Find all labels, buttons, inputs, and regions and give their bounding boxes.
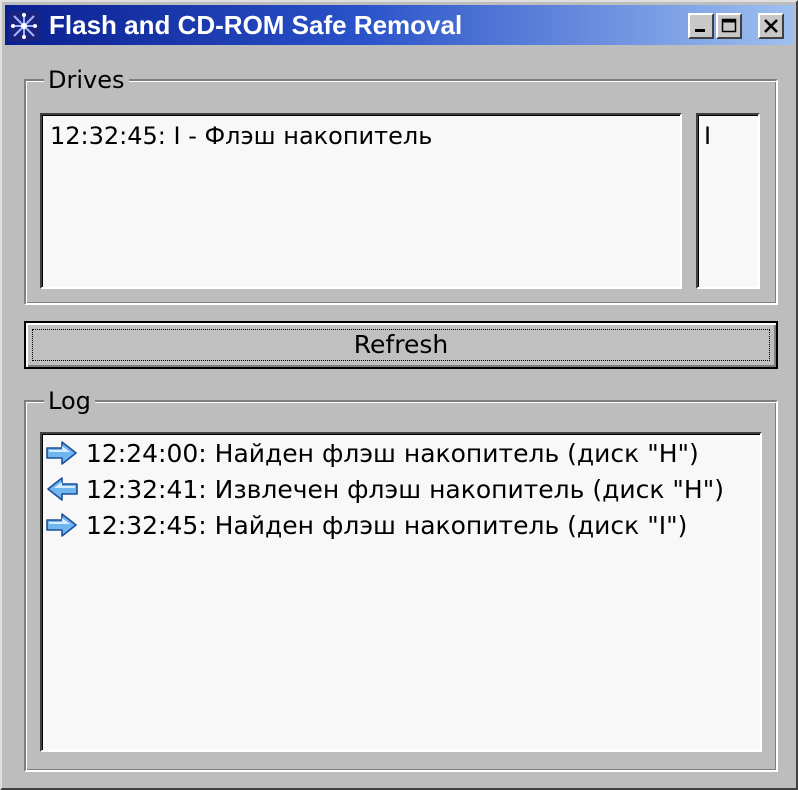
drive-letter-item[interactable]: I bbox=[704, 121, 711, 151]
arrow-right-icon bbox=[46, 441, 77, 465]
log-entry-text: 12:32:45: Найден флэш накопитель (диск "… bbox=[86, 511, 688, 540]
close-icon bbox=[764, 19, 778, 33]
log-list[interactable]: 12:24:00: Найден флэш накопитель (диск "… bbox=[40, 432, 762, 752]
window-title: Flash and CD-ROM Safe Removal bbox=[49, 10, 463, 40]
close-button[interactable] bbox=[758, 13, 784, 39]
maximize-button[interactable] bbox=[716, 13, 742, 39]
drive-list-item[interactable]: 12:32:45: I - Флэш накопитель bbox=[50, 121, 432, 151]
drive-letters-list[interactable]: I bbox=[696, 113, 760, 289]
log-group-label: Log bbox=[44, 387, 95, 415]
snowflake-app-icon bbox=[9, 11, 39, 41]
arrow-right-icon bbox=[46, 513, 77, 537]
drives-list[interactable]: 12:32:45: I - Флэш накопитель bbox=[40, 113, 682, 289]
app-window: Flash and CD-ROM Safe Removal Drives 12:… bbox=[0, 0, 798, 790]
title-bar[interactable]: Flash and CD-ROM Safe Removal bbox=[5, 5, 793, 45]
log-entry-text: 12:32:41: Извлечен флэш накопитель (диск… bbox=[86, 475, 724, 504]
minimize-icon bbox=[695, 29, 705, 32]
log-entry-text: 12:24:00: Найден флэш накопитель (диск "… bbox=[86, 439, 699, 468]
refresh-button-label: Refresh bbox=[353, 330, 449, 359]
arrow-left-icon bbox=[47, 477, 78, 501]
refresh-button[interactable]: Refresh bbox=[24, 321, 778, 369]
maximize-icon bbox=[721, 18, 737, 33]
drives-group-label: Drives bbox=[44, 66, 129, 94]
minimize-button[interactable] bbox=[688, 13, 714, 39]
